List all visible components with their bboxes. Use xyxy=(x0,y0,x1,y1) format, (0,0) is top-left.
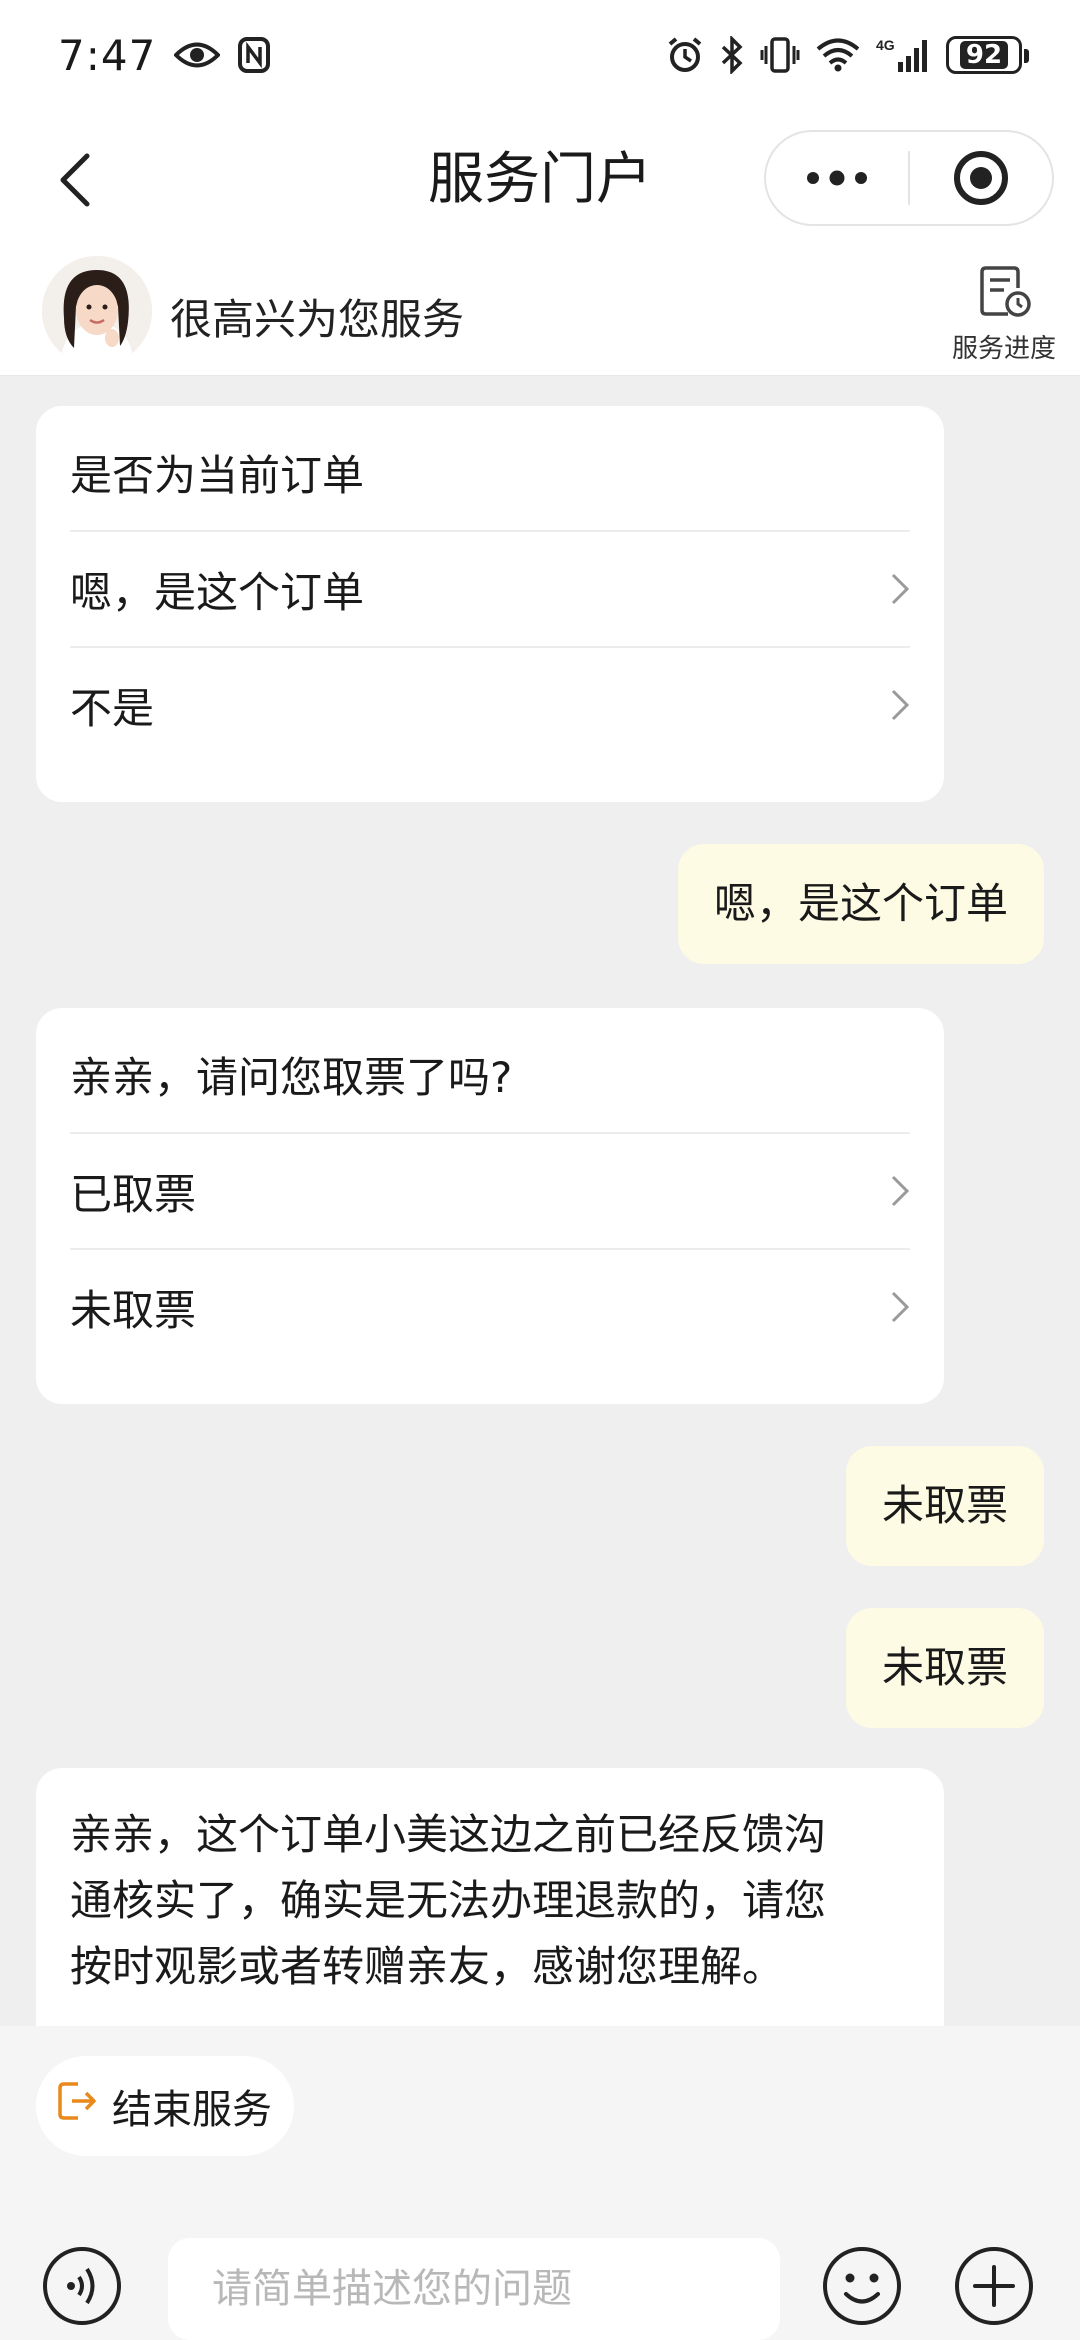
end-service-button[interactable]: 结束服务 xyxy=(36,2056,294,2156)
input-bar xyxy=(0,2196,1080,2340)
voice-icon[interactable] xyxy=(40,2244,124,2328)
agent-message-card: 亲亲，请问您取票了吗? 已取票 未取票 xyxy=(36,1008,944,1404)
user-message-bubble: 未取票 xyxy=(845,1608,1044,1728)
mini-program-capsule xyxy=(764,130,1054,226)
bluetooth-icon xyxy=(720,36,744,74)
nfc-icon xyxy=(238,37,271,73)
message-line: 按时观影或者转赠亲友，感谢您理解。 xyxy=(70,1942,785,1991)
chevron-right-icon xyxy=(890,1290,910,1324)
service-progress-button[interactable]: 服务进度 xyxy=(940,264,1068,374)
option-item[interactable]: 已取票 xyxy=(70,1132,910,1248)
plus-icon[interactable] xyxy=(952,2244,1036,2328)
emoji-icon[interactable] xyxy=(820,2244,904,2328)
message-line: 亲亲，这个订单小美这边之前已经反馈沟 xyxy=(70,1810,827,1859)
status-bar: 7:47 4G 92 xyxy=(0,0,1080,110)
wifi-icon xyxy=(816,38,860,72)
agent-message-card: 是否为当前订单 嗯，是这个订单 不是 xyxy=(36,406,944,802)
chat-area: 是否为当前订单 嗯，是这个订单 不是 嗯，是这个订单 亲亲，请问您取票了吗? 已… xyxy=(0,376,1080,2026)
option-label: 嗯，是这个订单 xyxy=(70,567,365,617)
option-label: 已取票 xyxy=(70,1169,197,1219)
agent-greeting: 很高兴为您服务 xyxy=(170,295,465,344)
document-clock-icon xyxy=(976,264,1032,324)
chevron-right-icon xyxy=(890,1174,910,1208)
option-item[interactable]: 嗯，是这个订单 xyxy=(70,530,910,646)
card-question: 亲亲，请问您取票了吗? xyxy=(70,1053,513,1102)
message-line: 通核实了，确实是无法办理退款的，请您 xyxy=(70,1876,827,1925)
option-label: 未取票 xyxy=(70,1285,197,1335)
signal-icon: 4G xyxy=(876,36,930,74)
avatar xyxy=(42,256,152,366)
alarm-icon xyxy=(666,36,704,74)
battery-level: 92 xyxy=(959,41,1009,69)
network-type: 4G xyxy=(876,37,895,53)
option-item[interactable]: 不是 xyxy=(70,646,910,762)
nav-bar: 服务门户 xyxy=(0,110,1080,250)
end-service-label: 结束服务 xyxy=(112,2087,272,2133)
option-item[interactable]: 未取票 xyxy=(70,1248,910,1364)
agent-message-text: 亲亲，这个订单小美这边之前已经反馈沟 通核实了，确实是无法办理退款的，请您 按时… xyxy=(36,1768,944,2026)
option-label: 不是 xyxy=(70,683,155,733)
chevron-right-icon xyxy=(890,572,910,606)
exit-icon xyxy=(56,2080,98,2132)
user-message-bubble: 嗯，是这个订单 xyxy=(677,844,1044,964)
card-question: 是否为当前订单 xyxy=(70,451,365,500)
service-progress-label: 服务进度 xyxy=(951,334,1056,364)
more-dots-icon[interactable] xyxy=(766,132,908,224)
agent-message-card: 亲亲，这个订单小美这边之前已经反馈沟 通核实了，确实是无法办理退款的，请您 按时… xyxy=(36,1768,944,2026)
battery-icon: 92 xyxy=(946,36,1029,74)
agent-bar: 很高兴为您服务 服务进度 xyxy=(0,250,1080,376)
vibrate-icon xyxy=(760,37,800,73)
status-time: 7:47 xyxy=(58,30,157,80)
back-arrow-icon[interactable] xyxy=(44,148,104,212)
message-input[interactable] xyxy=(168,2238,780,2340)
user-message-bubble: 未取票 xyxy=(845,1446,1044,1566)
footer-area: 结束服务 xyxy=(0,2026,1080,2340)
chevron-right-icon xyxy=(890,688,910,722)
target-circle-icon[interactable] xyxy=(910,132,1052,224)
eye-icon xyxy=(174,40,221,70)
